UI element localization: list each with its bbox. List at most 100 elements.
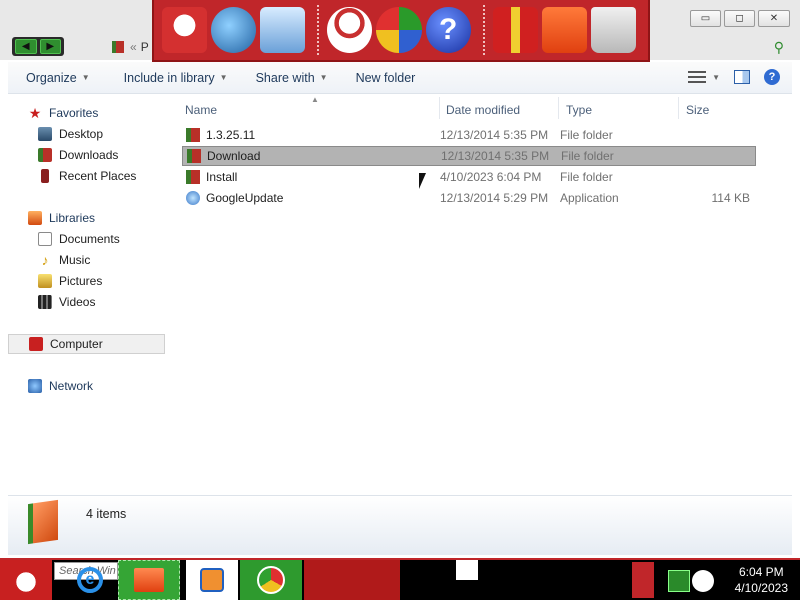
chrome-icon: [257, 566, 285, 594]
file-list: Name ▲ Date modified Type Size 1.3.25.11…: [178, 95, 792, 495]
sidebar-item-computer[interactable]: Computer: [8, 334, 165, 354]
documents-icon: [38, 232, 52, 246]
network-icon: [28, 379, 42, 393]
file-row[interactable]: 1.3.25.11 12/13/2014 5:35 PM File folder: [182, 125, 756, 145]
folder-icon: [186, 170, 200, 184]
recycle-bin-icon[interactable]: [590, 7, 636, 53]
maximize-button[interactable]: ◻: [724, 10, 755, 27]
sidebar-item-downloads[interactable]: Downloads: [38, 145, 118, 165]
pie-icon[interactable]: [376, 7, 422, 53]
folder-icon: [28, 499, 58, 545]
show-hidden-icons-button[interactable]: [632, 562, 654, 598]
toolbar-right: ▼ ?: [688, 69, 780, 85]
help-button[interactable]: ?: [764, 69, 780, 85]
minimize-button[interactable]: ▭: [690, 10, 721, 27]
mouse-cursor-icon: [419, 173, 426, 189]
navigation-pane: ★ Favorites Desktop Downloads Recent Pla…: [8, 95, 176, 495]
close-icon: ✕: [769, 13, 779, 24]
include-in-library-menu[interactable]: Include in library ▼: [124, 71, 228, 85]
clock-time: 6:04 PM: [738, 565, 784, 579]
views-icon[interactable]: [688, 71, 707, 83]
column-header-name[interactable]: Name ▲: [185, 95, 439, 121]
sidebar-item-pictures[interactable]: Pictures: [38, 271, 102, 291]
minimize-icon: ▭: [700, 13, 711, 24]
sidebar-item-videos[interactable]: Videos: [38, 292, 95, 312]
dock-separator: [317, 5, 320, 55]
media-player-icon: [200, 568, 224, 592]
column-divider[interactable]: [439, 97, 440, 119]
dock-separator: [482, 5, 485, 55]
sidebar-item-libraries[interactable]: Libraries: [28, 208, 95, 228]
help-icon[interactable]: ?: [425, 7, 471, 53]
taskbar-app-button[interactable]: [456, 560, 478, 580]
address-folder-icon: [112, 41, 124, 53]
tray-volume-icon[interactable]: [692, 570, 714, 592]
computer-icon: [29, 337, 43, 351]
taskbar-explorer[interactable]: [118, 560, 180, 600]
sidebar-item-favorites[interactable]: ★ Favorites: [28, 103, 99, 123]
sidebar-item-network[interactable]: Network: [28, 376, 93, 396]
file-row[interactable]: Install 4/10/2023 6:04 PM File folder: [182, 167, 756, 187]
forward-button[interactable]: ▶: [39, 39, 61, 54]
organize-menu[interactable]: Organize ▼: [26, 71, 90, 85]
snowman-icon[interactable]: [327, 7, 373, 53]
column-header-type[interactable]: Type: [566, 99, 676, 121]
gift-icon[interactable]: [492, 7, 538, 53]
address-overflow-chevron[interactable]: «: [130, 40, 137, 54]
chevron-down-icon: ▼: [319, 73, 328, 82]
search-icon[interactable]: ⚲: [774, 39, 784, 56]
chevron-down-icon: ▼: [219, 73, 228, 82]
folder-icon[interactable]: [541, 7, 587, 53]
downloads-folder-icon: [38, 148, 52, 162]
sidebar-item-recent-places[interactable]: Recent Places: [38, 166, 136, 186]
chevron-down-icon[interactable]: ▼: [712, 73, 720, 82]
close-button[interactable]: ✕: [758, 10, 790, 27]
column-divider[interactable]: [678, 97, 679, 119]
column-header-size[interactable]: Size: [686, 99, 756, 121]
item-count: 4 items: [86, 507, 127, 521]
tray-network-icon[interactable]: [668, 570, 690, 592]
preview-pane-icon[interactable]: [734, 70, 750, 84]
music-icon: ♪: [41, 252, 49, 268]
file-row-selected[interactable]: Download 12/13/2014 5:35 PM File folder: [182, 146, 756, 166]
sort-ascending-icon: ▲: [311, 95, 319, 104]
back-button[interactable]: ◀: [15, 39, 37, 54]
application-icon: [186, 191, 200, 205]
column-header-date-modified[interactable]: Date modified: [446, 99, 560, 121]
new-folder-button[interactable]: New folder: [356, 71, 416, 85]
sidebar-item-documents[interactable]: Documents: [38, 229, 120, 249]
start-button[interactable]: [0, 560, 52, 600]
explorer-folder-icon: [134, 568, 164, 592]
taskbar-internet-explorer[interactable]: e: [70, 560, 110, 600]
column-divider[interactable]: [558, 97, 559, 119]
taskbar: Search Win e 6:04 PM 4/10/2023: [0, 558, 800, 600]
nav-buttons: ◀ ▶: [12, 37, 64, 56]
globe-icon[interactable]: [211, 7, 257, 53]
recent-places-icon: [41, 169, 49, 183]
sidebar-item-desktop[interactable]: Desktop: [38, 124, 103, 144]
santa-computer-icon[interactable]: [162, 7, 208, 53]
control-panel-icon[interactable]: [260, 7, 306, 53]
command-toolbar: Organize ▼ Include in library ▼ Share with…: [8, 62, 792, 94]
folder-icon: [186, 128, 200, 142]
internet-explorer-icon: e: [77, 567, 103, 593]
window-controls: ▭ ◻ ✕: [690, 10, 790, 27]
sidebar-item-music[interactable]: ♪ Music: [38, 250, 91, 270]
launcher-dock: ?: [152, 0, 650, 62]
taskbar-app-button[interactable]: [304, 560, 400, 600]
back-arrow-icon: ◀: [21, 41, 30, 52]
address-crumb[interactable]: P: [141, 40, 149, 54]
chevron-down-icon: ▼: [81, 73, 90, 82]
desktop-icon: [38, 127, 52, 141]
share-with-menu[interactable]: Share with ▼: [256, 71, 328, 85]
system-clock[interactable]: 6:04 PM 4/10/2023: [735, 564, 788, 596]
clock-date: 4/10/2023: [734, 581, 788, 595]
maximize-icon: ◻: [735, 13, 744, 24]
details-pane: 4 items: [8, 495, 792, 555]
taskbar-chrome[interactable]: [240, 560, 302, 600]
pictures-icon: [38, 274, 52, 288]
taskbar-media-player[interactable]: [186, 560, 238, 600]
forward-arrow-icon: ▶: [46, 41, 55, 52]
file-row[interactable]: GoogleUpdate 12/13/2014 5:29 PM Applicat…: [182, 188, 756, 208]
libraries-icon: [28, 211, 42, 225]
